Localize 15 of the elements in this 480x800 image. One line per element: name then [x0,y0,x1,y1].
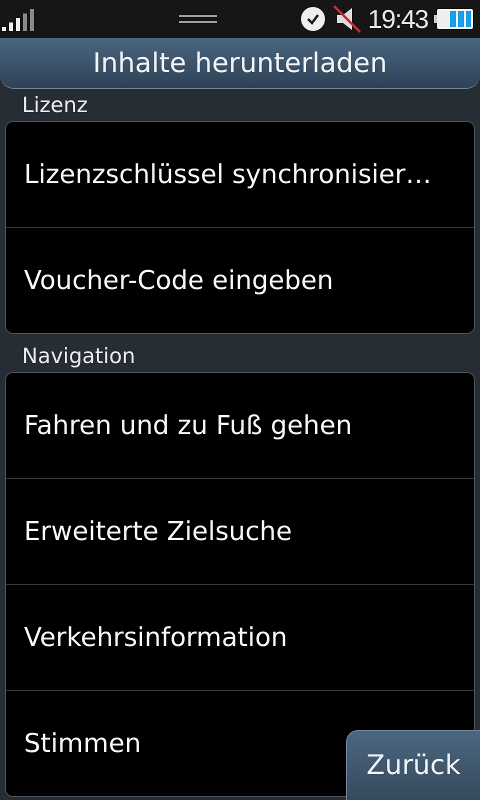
battery-icon [434,8,474,30]
signal-icon [2,7,36,31]
clock-time: 19:43 [368,4,428,34]
page-title: Inhalte herunterladen [92,48,388,78]
menu-item[interactable]: Erweiterte Zielsuche [24,516,292,546]
menu-item[interactable]: Stimmen [24,728,142,758]
menu-item[interactable]: Verkehrsinformation [24,622,288,652]
menu-item[interactable]: Voucher-Code eingeben [24,266,334,296]
muted-speaker-icon [332,5,362,33]
menu-item[interactable]: Fahren und zu Fuß gehen [24,410,352,440]
drag-handle-icon[interactable] [178,14,217,24]
back-button[interactable]: Zurück [346,730,480,800]
menu-item[interactable]: Lizenzschlüssel synchronisier… [24,160,432,190]
section-header: Lizenz [21,92,89,119]
section-header: Navigation [21,343,136,370]
